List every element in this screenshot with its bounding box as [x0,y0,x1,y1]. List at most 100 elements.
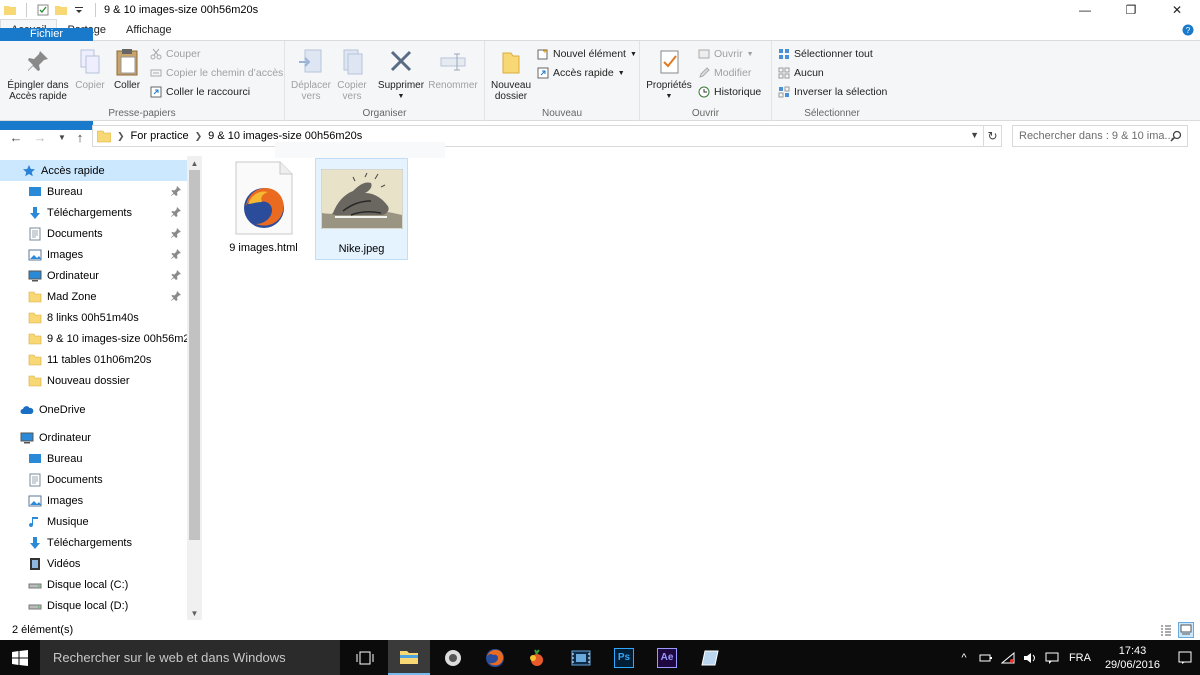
nav-item-quick-2[interactable]: Documents [0,223,187,244]
select-none-button[interactable]: Aucun [778,67,824,79]
rename-button[interactable]: Renommer [427,47,479,91]
invert-selection-button[interactable]: Inverser la sélection [778,86,887,98]
file-explorer-icon [400,650,418,664]
select-all-button[interactable]: Sélectionner tout [778,48,873,60]
taskbar-clock[interactable]: 17:43 29/06/2016 [1105,644,1160,672]
recent-locations-button[interactable]: ▼ [54,128,70,146]
tray-overflow-icon[interactable]: ^ [953,652,975,664]
properties-button[interactable]: Propriétés ▼ [644,47,694,102]
copy-button[interactable]: Copier [74,47,106,91]
taskbar-fruit-app[interactable] [516,640,558,675]
nav-onedrive[interactable]: OneDrive [0,399,187,420]
file-item-html[interactable]: 9 images.html [217,158,310,260]
nav-item-quick-4[interactable]: Ordinateur [0,265,187,286]
edit-button[interactable]: Modifier [698,67,751,79]
address-bar[interactable]: ❯ For practice ❯ 9 & 10 images-size 00h5… [92,125,1002,147]
details-view-button[interactable] [1158,622,1174,638]
refresh-button[interactable]: ↻ [983,126,1001,146]
nav-item-computer-0[interactable]: Bureau [0,448,187,469]
history-button[interactable]: Historique [698,86,761,98]
volume-icon[interactable] [1019,652,1041,664]
nav-scrollbar[interactable]: ▲ ▼ [187,156,202,620]
copy-to-icon [343,49,363,75]
nav-quick-access[interactable]: Accès rapide [0,160,187,181]
easy-access-button[interactable]: Accès rapide ▼ [537,67,625,79]
edit-label: Modifier [714,67,752,79]
cloud-icon [20,405,34,414]
nav-item-quick-7[interactable]: 9 & 10 images-size 00h56m20s [0,328,201,349]
customize-dropdown-icon[interactable] [73,4,85,16]
open-button[interactable]: Ouvrir ▼ [698,48,754,60]
copy-to-button[interactable]: Copier vers [335,47,369,102]
file-item-jpeg[interactable]: Nike.jpeg [315,158,408,260]
nav-item-computer-2[interactable]: Images [0,490,187,511]
fruit-app-icon [530,648,543,666]
cut-button[interactable]: Couper [150,48,200,60]
copy-path-button[interactable]: Copier le chemin d’accès [150,67,283,79]
new-folder-button[interactable]: Nouveau dossier [489,47,533,102]
nav-item-computer-1[interactable]: Documents [0,469,187,490]
nav-item-label: Documents [47,227,103,240]
pin-quick-access-button[interactable]: Épingler dans Accès rapide [6,47,70,102]
action-center-button[interactable] [1170,640,1200,675]
input-language[interactable]: FRA [1063,652,1097,664]
properties-check-icon[interactable] [37,4,49,16]
nav-item-quick-9[interactable]: Nouveau dossier [0,370,187,391]
task-view-button[interactable] [344,640,386,675]
file-list[interactable]: 9 images.html Nike.jpeg [205,150,1200,620]
nav-item-quick-6[interactable]: 8 links 00h51m40s [0,307,187,328]
scroll-down-icon[interactable]: ▼ [187,606,202,620]
taskbar-screenshot-tool[interactable] [432,640,474,675]
nav-item-quick-5[interactable]: Mad Zone [0,286,187,307]
taskbar-video-app[interactable] [560,640,602,675]
nav-item-computer-6[interactable]: Disque local (C:) [0,574,187,595]
tab-view[interactable]: Affichage [116,19,182,40]
paste-button[interactable]: Coller [112,47,142,91]
nav-item-quick-1[interactable]: Téléchargements [0,202,187,223]
network-icon[interactable] [997,651,1019,664]
folder-icon[interactable] [4,4,16,16]
properties-label: Propriétés [646,80,692,91]
nav-item-quick-0[interactable]: Bureau [0,181,187,202]
restore-button[interactable]: ❐ [1108,0,1154,20]
title-bar: 9 & 10 images-size 00h56m20s — ❐ ✕ [0,0,1200,20]
nav-item-computer-7[interactable]: Disque local (D:) [0,595,187,616]
back-button[interactable]: ← [8,128,24,146]
up-button[interactable]: ↑ [72,128,88,146]
nav-item-quick-3[interactable]: Images [0,244,187,265]
taskbar-search-placeholder: Rechercher sur le web et dans Windows [53,650,286,665]
breadcrumb-for-practice[interactable]: For practice [131,130,189,142]
scroll-up-icon[interactable]: ▲ [187,156,202,170]
start-button[interactable] [0,640,40,675]
chat-icon[interactable] [1041,652,1063,664]
new-folder-icon[interactable] [55,4,67,16]
breadcrumb-current-folder[interactable]: 9 & 10 images-size 00h56m20s [208,130,362,142]
group-organize: Déplacer vers Copier vers Supprimer ▼ Re… [285,41,485,121]
search-box[interactable]: Rechercher dans : 9 & 10 ima... [1012,125,1188,147]
nav-computer[interactable]: Ordinateur [0,427,187,448]
scroll-thumb[interactable] [189,170,200,540]
large-icons-view-button[interactable] [1178,622,1194,638]
taskbar-window-app[interactable] [689,640,731,675]
taskbar-photoshop[interactable]: Ps [603,640,645,675]
nav-item-quick-8[interactable]: 11 tables 01h06m20s [0,349,187,370]
address-dropdown-icon[interactable]: ▼ [970,130,979,140]
paste-shortcut-button[interactable]: Coller le raccourci [150,86,250,98]
nav-item-computer-3[interactable]: Musique [0,511,187,532]
taskbar-search[interactable]: Rechercher sur le web et dans Windows [40,640,340,675]
minimize-button[interactable]: — [1062,0,1108,20]
taskbar-file-explorer[interactable] [388,640,430,675]
new-item-button[interactable]: Nouvel élément ▼ [537,48,637,60]
forward-button[interactable]: → [32,128,48,146]
taskbar-firefox[interactable] [474,640,516,675]
paste-label: Coller [113,80,141,91]
battery-icon[interactable] [975,653,997,663]
move-to-button[interactable]: Déplacer vers [289,47,333,102]
nav-item-computer-5[interactable]: Vidéos [0,553,187,574]
help-button[interactable]: ? [1176,19,1200,40]
details-view-icon [1161,625,1171,636]
delete-button[interactable]: Supprimer ▼ [375,47,427,102]
nav-item-computer-4[interactable]: Téléchargements [0,532,187,553]
close-button[interactable]: ✕ [1154,0,1200,20]
taskbar-after-effects[interactable]: Ae [646,640,688,675]
